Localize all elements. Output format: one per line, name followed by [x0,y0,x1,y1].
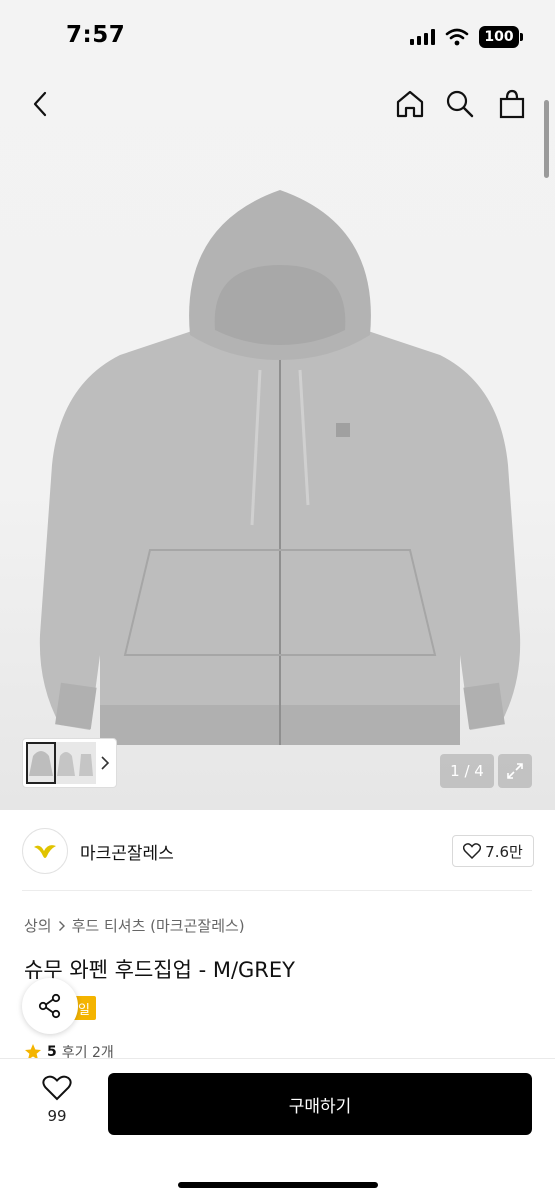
heart-icon [463,843,482,859]
cellular-signal-icon [410,29,435,45]
expand-icon[interactable] [498,754,532,788]
divider [22,890,532,891]
search-icon[interactable] [440,84,480,124]
heart-icon [42,1075,72,1101]
status-time: 7:57 [66,22,126,48]
share-button[interactable] [22,978,78,1034]
store-like-button[interactable]: 7.6만 [452,835,534,867]
badge-label: 일 [78,1002,90,1018]
battery-indicator: 100 [479,26,523,48]
breadcrumb: 상의 후드 티셔츠 (마크곤잘레스) [24,915,245,936]
bottom-action-bar: 99 구매하기 [0,1058,555,1200]
image-counter: 1 / 4 [440,754,494,788]
chevron-right-icon [58,920,65,931]
back-icon[interactable] [20,84,60,124]
share-icon [38,993,61,1019]
store-logo-icon[interactable] [22,828,68,874]
thumbnail-2[interactable] [56,742,76,784]
store-row[interactable]: 마크곤잘레스 7.6만 [22,826,534,876]
top-navigation [0,80,555,130]
home-indicator [178,1182,378,1188]
thumbnail-1[interactable] [26,742,56,784]
thumbnail-strip[interactable] [22,738,117,788]
wishlist-count: 99 [47,1107,67,1125]
wifi-icon [445,28,469,46]
shopping-bag-icon[interactable] [492,84,532,124]
wishlist-button[interactable]: 99 [30,1075,84,1125]
breadcrumb-category[interactable]: 상의 [24,915,52,936]
product-title: 슈무 와펜 후드집업 - M/GREY [24,958,295,982]
status-bar: 7:57 100 [0,0,555,70]
store-name[interactable]: 마크곤잘레스 [80,839,174,864]
hoodie-image [39,190,521,745]
breadcrumb-subcategory[interactable]: 후드 티셔츠 (마크곤잘레스) [72,915,245,936]
home-icon[interactable] [390,84,430,124]
buy-button[interactable]: 구매하기 [108,1073,532,1135]
thumbnail-3[interactable] [76,742,96,784]
scrollbar[interactable] [544,100,549,178]
store-like-count: 7.6만 [485,842,523,861]
chevron-right-icon[interactable] [96,755,113,771]
